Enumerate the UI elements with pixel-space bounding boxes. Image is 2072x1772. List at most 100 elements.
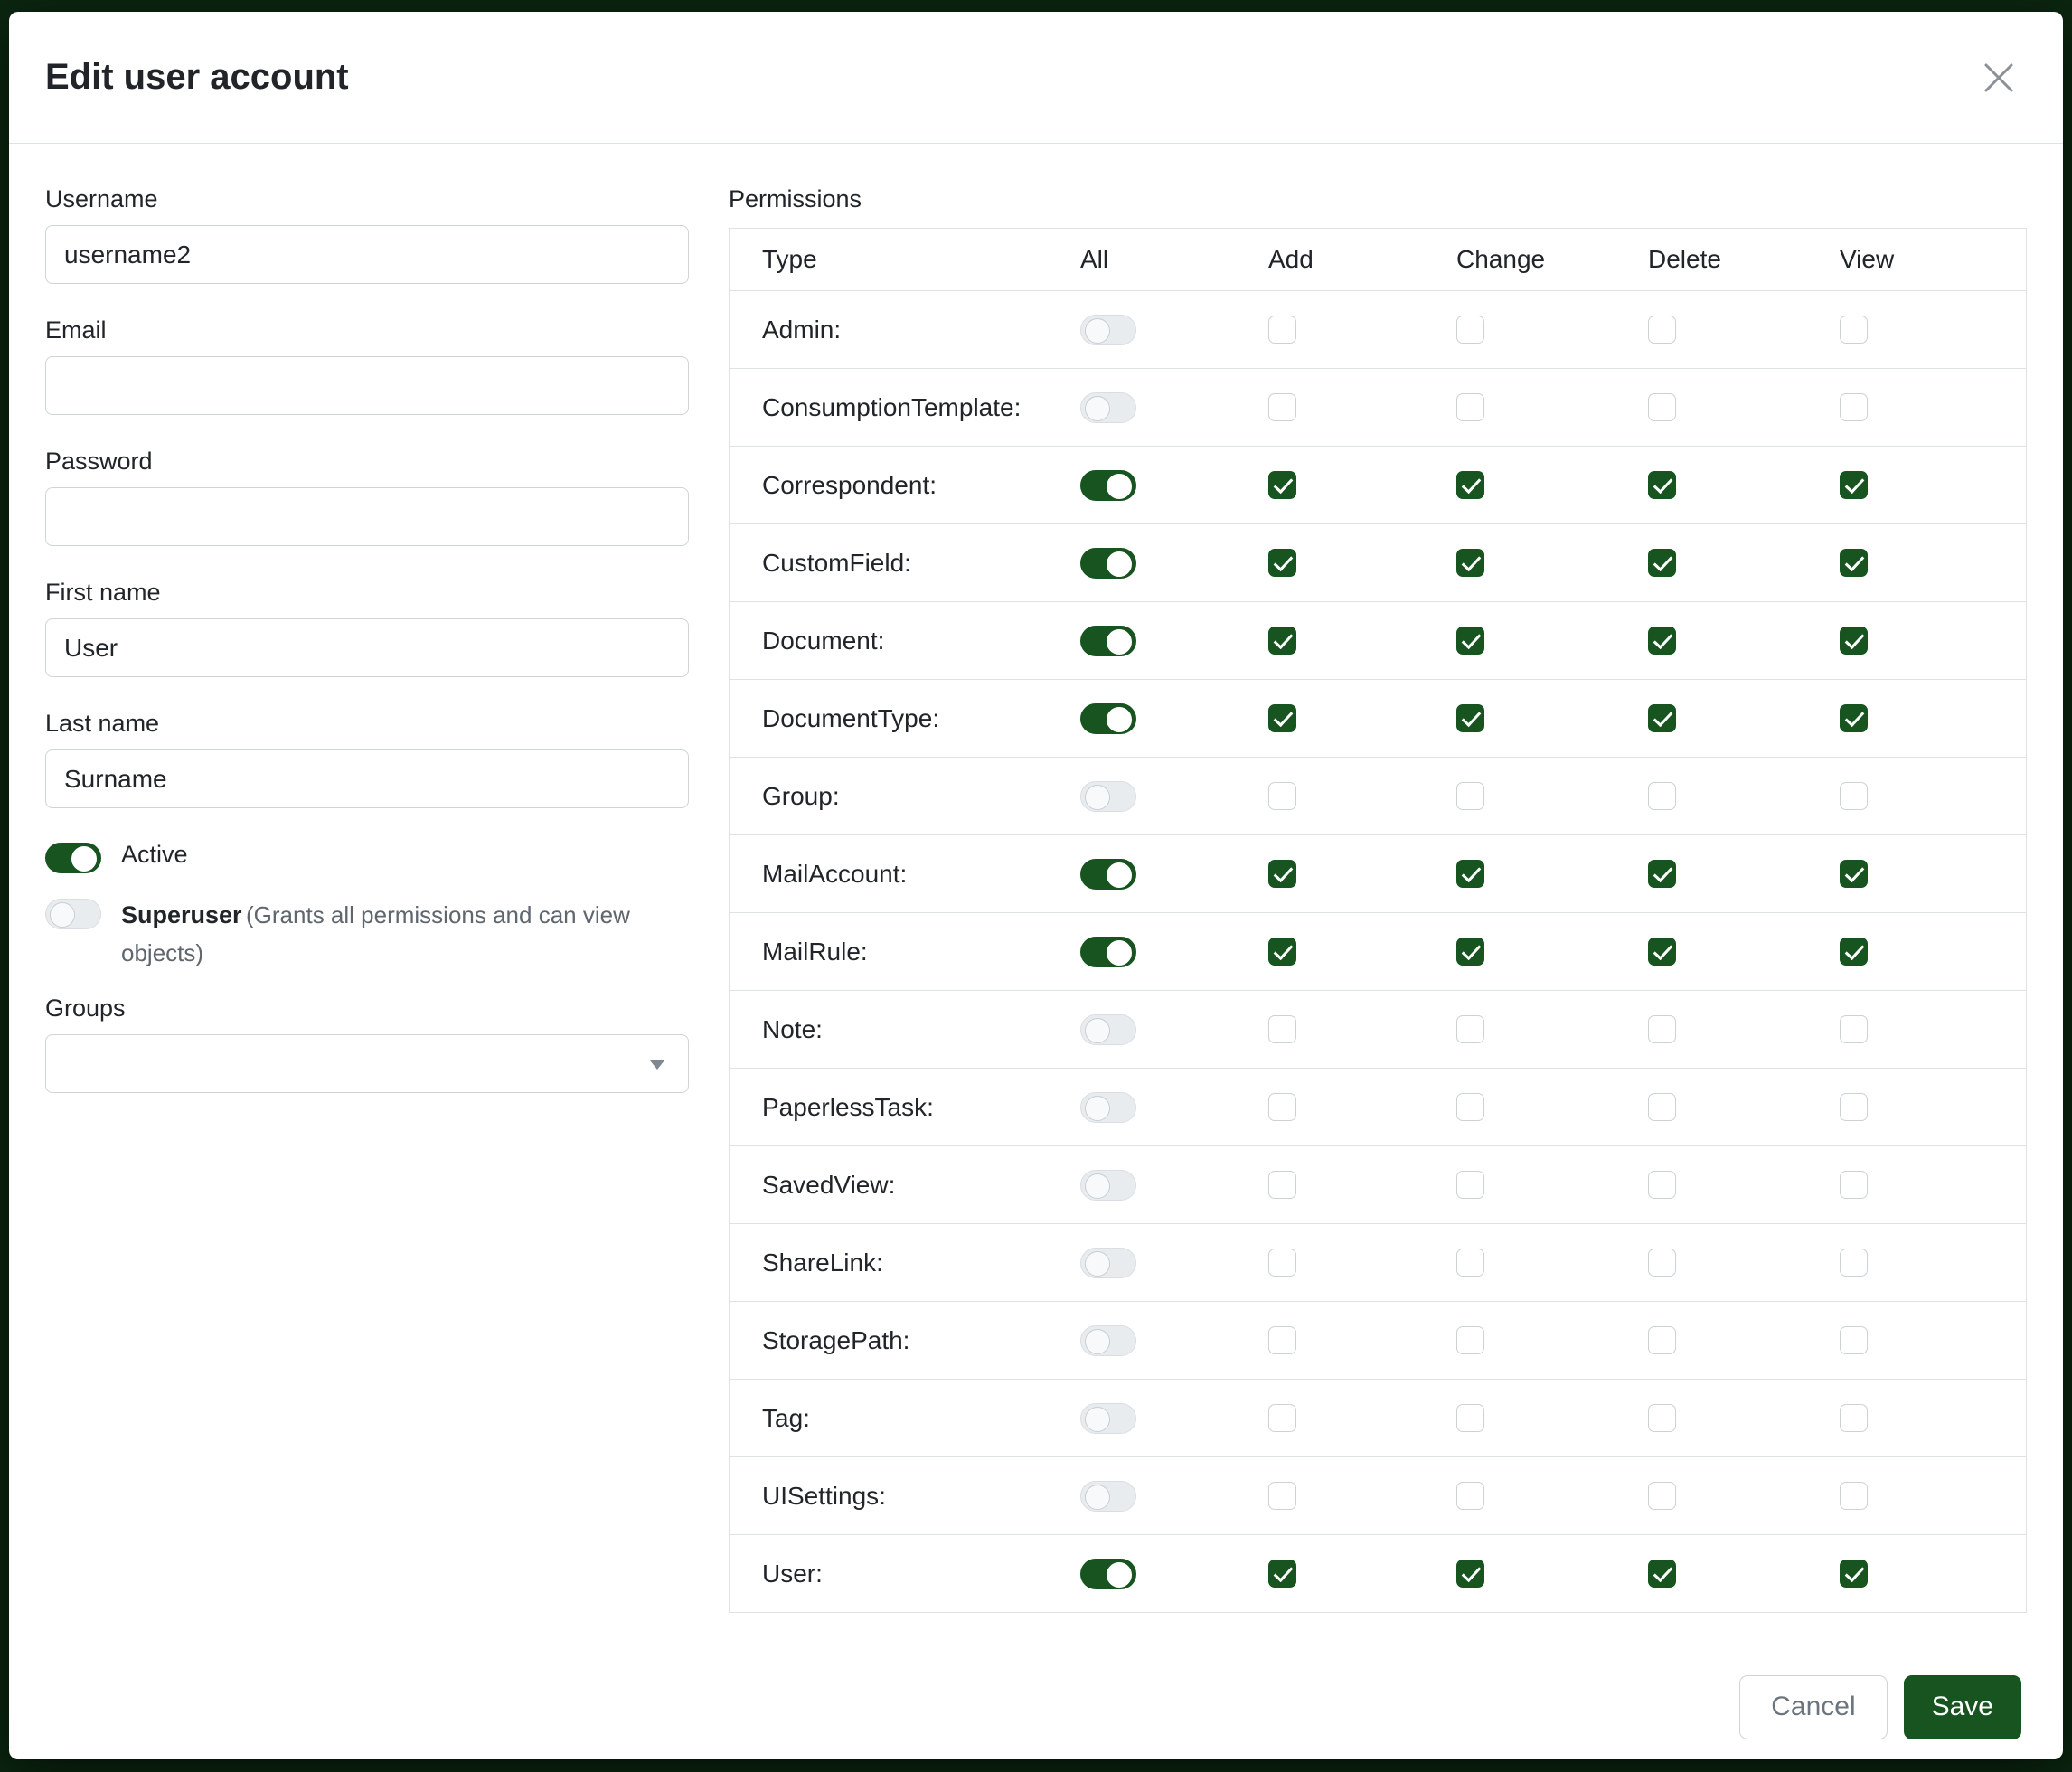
permission-add-checkbox[interactable] [1268, 1482, 1296, 1510]
permission-all-toggle[interactable] [1080, 703, 1136, 734]
password-input[interactable] [45, 487, 689, 546]
active-toggle[interactable] [45, 843, 101, 873]
permission-change-checkbox[interactable] [1456, 1404, 1484, 1432]
permission-change-checkbox[interactable] [1456, 549, 1484, 577]
username-input[interactable] [45, 225, 689, 284]
permission-view-checkbox[interactable] [1840, 782, 1868, 810]
permission-delete-checkbox[interactable] [1648, 1015, 1676, 1043]
permission-view-checkbox[interactable] [1840, 1249, 1868, 1277]
permission-delete-checkbox[interactable] [1648, 938, 1676, 966]
permission-all-toggle[interactable] [1080, 1014, 1136, 1045]
permission-delete-checkbox[interactable] [1648, 860, 1676, 888]
permission-add-checkbox[interactable] [1268, 938, 1296, 966]
permission-add-checkbox[interactable] [1268, 1171, 1296, 1199]
permission-add-checkbox[interactable] [1268, 1093, 1296, 1121]
save-button[interactable]: Save [1904, 1675, 2021, 1739]
permission-add-checkbox[interactable] [1268, 549, 1296, 577]
permission-all-toggle[interactable] [1080, 548, 1136, 579]
permission-add-checkbox[interactable] [1268, 704, 1296, 732]
permission-all-toggle[interactable] [1080, 1248, 1136, 1278]
permission-view-checkbox[interactable] [1840, 1015, 1868, 1043]
permission-add-checkbox[interactable] [1268, 316, 1296, 344]
permission-change-checkbox[interactable] [1456, 1015, 1484, 1043]
permission-view-checkbox[interactable] [1840, 1482, 1868, 1510]
email-input[interactable] [45, 356, 689, 415]
permission-change-checkbox[interactable] [1456, 471, 1484, 499]
permission-all-toggle[interactable] [1080, 1325, 1136, 1356]
permission-all-toggle[interactable] [1080, 781, 1136, 812]
groups-select[interactable] [45, 1034, 689, 1093]
permission-view-checkbox[interactable] [1840, 938, 1868, 966]
permission-delete-checkbox[interactable] [1648, 704, 1676, 732]
superuser-toggle[interactable] [45, 899, 101, 929]
permission-change-checkbox[interactable] [1456, 627, 1484, 655]
permission-change-checkbox[interactable] [1456, 393, 1484, 421]
permission-delete-checkbox[interactable] [1648, 1093, 1676, 1121]
permission-view-checkbox[interactable] [1840, 393, 1868, 421]
permission-add-checkbox[interactable] [1268, 1326, 1296, 1354]
permission-change-checkbox[interactable] [1456, 1093, 1484, 1121]
permission-change-checkbox[interactable] [1456, 1560, 1484, 1588]
permission-all-toggle[interactable] [1080, 1170, 1136, 1201]
permission-view-checkbox[interactable] [1840, 627, 1868, 655]
permission-change-checkbox[interactable] [1456, 704, 1484, 732]
permission-delete-checkbox[interactable] [1648, 782, 1676, 810]
permission-change-checkbox[interactable] [1456, 1482, 1484, 1510]
last-name-input[interactable] [45, 749, 689, 808]
permission-view-checkbox[interactable] [1840, 1093, 1868, 1121]
permission-add-checkbox[interactable] [1268, 1249, 1296, 1277]
permission-change-checkbox[interactable] [1456, 860, 1484, 888]
permission-all-toggle[interactable] [1080, 392, 1136, 423]
permission-add-checkbox[interactable] [1268, 1404, 1296, 1432]
cancel-button[interactable]: Cancel [1739, 1675, 1887, 1739]
permission-delete-checkbox[interactable] [1648, 549, 1676, 577]
permission-all-toggle[interactable] [1080, 315, 1136, 345]
permission-all-toggle[interactable] [1080, 1403, 1136, 1434]
permission-delete-checkbox[interactable] [1648, 1326, 1676, 1354]
first-name-field-group: First name [45, 579, 689, 677]
permission-change-checkbox[interactable] [1456, 1249, 1484, 1277]
permission-delete-checkbox[interactable] [1648, 316, 1676, 344]
permission-delete-checkbox[interactable] [1648, 1171, 1676, 1199]
permission-row: Admin: [730, 290, 2026, 368]
permissions-table: Type All Add Change Delete View Admin:Co… [729, 228, 2027, 1613]
permission-row: Document: [730, 601, 2026, 679]
permission-view-checkbox[interactable] [1840, 471, 1868, 499]
permission-delete-checkbox[interactable] [1648, 393, 1676, 421]
permission-view-checkbox[interactable] [1840, 860, 1868, 888]
permission-all-toggle[interactable] [1080, 937, 1136, 967]
first-name-input[interactable] [45, 618, 689, 677]
permission-change-checkbox[interactable] [1456, 316, 1484, 344]
permission-all-toggle[interactable] [1080, 470, 1136, 501]
permission-delete-checkbox[interactable] [1648, 1560, 1676, 1588]
permission-view-checkbox[interactable] [1840, 549, 1868, 577]
permission-add-checkbox[interactable] [1268, 393, 1296, 421]
permission-change-checkbox[interactable] [1456, 938, 1484, 966]
permission-delete-checkbox[interactable] [1648, 1249, 1676, 1277]
permission-view-checkbox[interactable] [1840, 704, 1868, 732]
permission-all-toggle[interactable] [1080, 859, 1136, 890]
permission-all-toggle[interactable] [1080, 1559, 1136, 1589]
permission-all-toggle[interactable] [1080, 626, 1136, 656]
permission-view-checkbox[interactable] [1840, 1326, 1868, 1354]
permission-change-checkbox[interactable] [1456, 1171, 1484, 1199]
permission-delete-checkbox[interactable] [1648, 1482, 1676, 1510]
permission-view-checkbox[interactable] [1840, 1404, 1868, 1432]
permission-add-checkbox[interactable] [1268, 860, 1296, 888]
permission-add-checkbox[interactable] [1268, 782, 1296, 810]
permission-add-checkbox[interactable] [1268, 1560, 1296, 1588]
permission-view-checkbox[interactable] [1840, 1560, 1868, 1588]
permission-change-checkbox[interactable] [1456, 782, 1484, 810]
permission-all-toggle[interactable] [1080, 1481, 1136, 1512]
permission-add-checkbox[interactable] [1268, 627, 1296, 655]
permission-add-checkbox[interactable] [1268, 1015, 1296, 1043]
permission-change-checkbox[interactable] [1456, 1326, 1484, 1354]
permission-add-checkbox[interactable] [1268, 471, 1296, 499]
permission-all-toggle[interactable] [1080, 1092, 1136, 1123]
close-button[interactable] [1976, 55, 2021, 100]
permission-delete-checkbox[interactable] [1648, 471, 1676, 499]
permission-delete-checkbox[interactable] [1648, 1404, 1676, 1432]
permission-delete-checkbox[interactable] [1648, 627, 1676, 655]
permission-view-checkbox[interactable] [1840, 1171, 1868, 1199]
permission-view-checkbox[interactable] [1840, 316, 1868, 344]
